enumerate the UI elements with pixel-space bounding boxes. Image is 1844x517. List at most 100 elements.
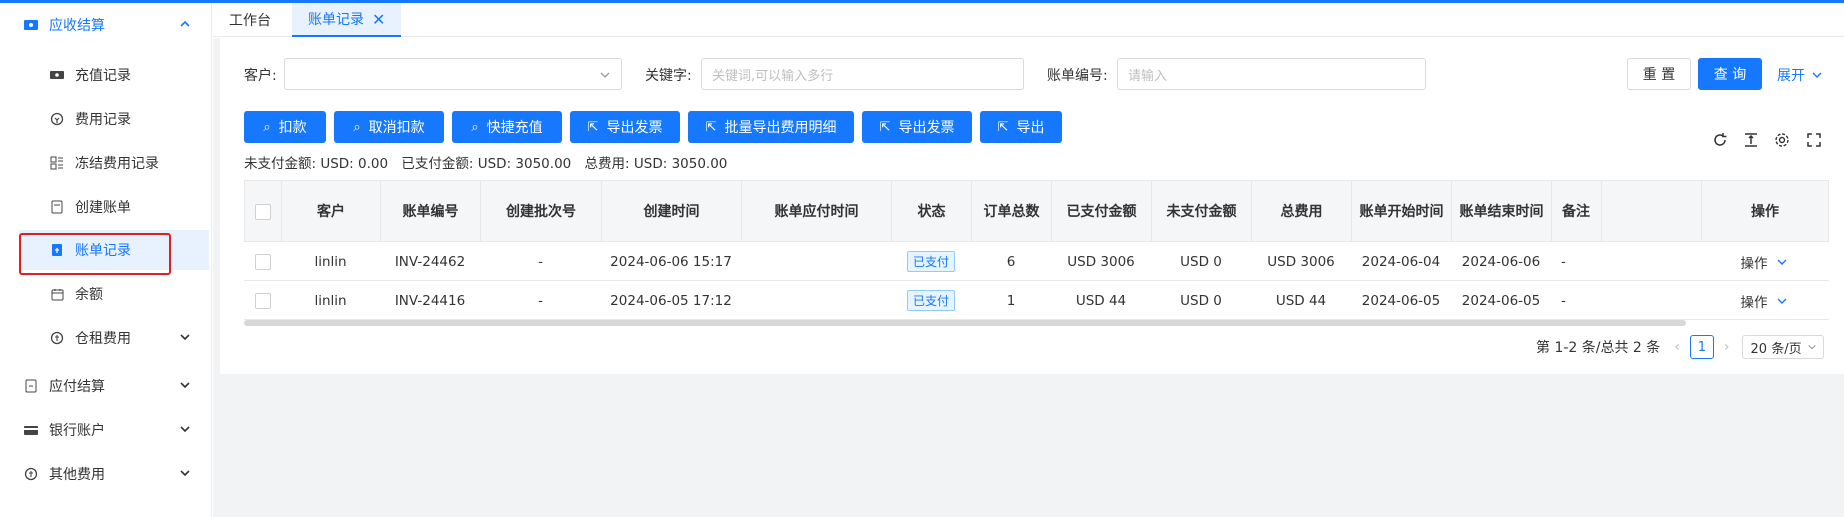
- cell-created-time: 2024-06-06 15:17: [610, 253, 732, 270]
- close-icon[interactable]: ✕: [372, 10, 385, 29]
- total-summary: 总费用: USD: 3050.00: [584, 156, 728, 172]
- cell-paid-amount: USD 3006: [1067, 253, 1135, 270]
- batch-export-details-button[interactable]: ⇱ 批量导出费用明细: [688, 111, 854, 143]
- sidebar-group-label: 其他费用: [49, 467, 105, 483]
- chevron-down-icon: [600, 72, 610, 78]
- next-page-icon[interactable]: ›: [1724, 339, 1730, 355]
- deduct-button[interactable]: ⌕ 扣款: [244, 111, 326, 143]
- customer-label: 客户:: [244, 68, 277, 84]
- grid-icon: [49, 155, 65, 171]
- cell-remark: -: [1561, 292, 1566, 309]
- quick-recharge-button[interactable]: ⌕ 快捷充值: [452, 111, 562, 143]
- sidebar-item-recharge[interactable]: 充值记录: [0, 55, 212, 95]
- button-label: 取消扣款: [368, 120, 425, 136]
- fullscreen-icon[interactable]: [1805, 131, 1823, 149]
- expand-label: 展开: [1777, 68, 1805, 84]
- cell-remark: -: [1561, 253, 1566, 270]
- calendar-icon: [49, 286, 65, 302]
- export-icon: ⇱: [705, 119, 717, 135]
- cell-start-time: 2024-06-04: [1361, 253, 1441, 270]
- tab-bar: 工作台 账单记录 ✕: [213, 3, 1844, 37]
- header-bill-no: 账单编号: [381, 181, 481, 243]
- amount-summary: 未支付金额: USD: 0.00 已支付金额: USD: 3050.00 总费用…: [244, 152, 736, 172]
- horizontal-scrollbar[interactable]: [244, 320, 1686, 326]
- export-invoice-button[interactable]: ⇱ 导出发票: [570, 111, 680, 143]
- sidebar-item-fee-records[interactable]: 费用记录: [0, 99, 212, 139]
- reset-button[interactable]: 重 置: [1627, 58, 1691, 90]
- chevron-down-icon: [1777, 298, 1786, 304]
- cell-bill-no-link[interactable]: INV-24416: [380, 281, 480, 320]
- tab-bill-records[interactable]: 账单记录 ✕: [292, 3, 402, 37]
- gear-icon[interactable]: [1773, 131, 1791, 149]
- cell-start-time: 2024-06-05: [1361, 292, 1441, 309]
- keyword-textarea[interactable]: 关键词,可以输入多行: [701, 58, 1024, 90]
- expand-toggle[interactable]: 展开: [1777, 65, 1823, 85]
- search-icon: ⌕: [471, 119, 479, 135]
- header-order-count: 订单总数: [972, 181, 1052, 243]
- sidebar: 应收结算 充值记录 费用记录 冻结费用记录 创建账单 账单记录 余额 仓租费用 …: [0, 3, 212, 517]
- row-checkbox[interactable]: [254, 292, 271, 309]
- pagination: 第 1-2 条/总共 2 条 ‹ 1 › 20 条/页: [1536, 335, 1824, 359]
- cell-order-count: 6: [1006, 253, 1016, 270]
- sidebar-group-label: 银行账户: [49, 423, 105, 439]
- button-label: 导出: [1016, 120, 1045, 136]
- operation-dropdown[interactable]: 操作: [1701, 281, 1827, 320]
- header-unpaid-amount: 未支付金额: [1152, 181, 1252, 243]
- header-paid-amount: 已支付金额: [1052, 181, 1152, 243]
- keyword-label: 关键字:: [645, 68, 692, 84]
- sidebar-item-balance[interactable]: 余额: [0, 274, 212, 314]
- sidebar-item-label: 账单记录: [75, 243, 131, 259]
- tab-workbench[interactable]: 工作台: [213, 3, 287, 37]
- table-row[interactable]: linlin INV-24462 - 2024-06-06 15:17 已支付 …: [244, 242, 1829, 281]
- chevron-down-icon: [180, 334, 190, 341]
- row-checkbox[interactable]: [254, 253, 271, 270]
- sidebar-item-frozen-fees[interactable]: 冻结费用记录: [0, 143, 212, 183]
- operation-dropdown[interactable]: 操作: [1701, 242, 1827, 281]
- bill-no-input[interactable]: 请输入: [1117, 58, 1426, 90]
- table-row[interactable]: linlin INV-24416 - 2024-06-05 17:12 已支付 …: [244, 281, 1829, 320]
- bill-icon: [49, 242, 65, 258]
- sidebar-group-label: 应付结算: [49, 379, 105, 395]
- page-button-1[interactable]: 1: [1689, 335, 1714, 359]
- export-invoice-button-2[interactable]: ⇱ 导出发票: [862, 111, 972, 143]
- export-button[interactable]: ⇱ 导出: [980, 111, 1062, 143]
- sidebar-item-label: 充值记录: [75, 68, 131, 84]
- select-all-checkbox[interactable]: [255, 204, 271, 220]
- cell-status: 已支付: [891, 281, 971, 320]
- button-label: 导出发票: [606, 120, 663, 136]
- button-label: 扣款: [278, 120, 307, 136]
- header-remark: 备注: [1552, 181, 1602, 243]
- header-due-time: 账单应付时间: [742, 181, 892, 243]
- header-select-all[interactable]: [245, 181, 282, 243]
- customer-select[interactable]: [284, 58, 622, 90]
- cell-total-fee: USD 44: [1275, 292, 1327, 309]
- sidebar-group-bank-account[interactable]: 银行账户: [0, 410, 212, 450]
- sidebar-group-payable[interactable]: 应付结算: [0, 366, 212, 406]
- header-operation: 操作: [1751, 204, 1779, 220]
- chevron-down-icon: [180, 426, 190, 433]
- sidebar-group-receivable[interactable]: 应收结算: [0, 5, 212, 45]
- header-customer: 客户: [282, 181, 381, 243]
- sidebar-item-bill-records[interactable]: 账单记录: [19, 230, 209, 270]
- button-label: 批量导出费用明细: [724, 120, 837, 136]
- cell-batch-no: -: [538, 292, 543, 309]
- cell-bill-no-link[interactable]: INV-24462: [380, 242, 480, 281]
- cell-end-time: 2024-06-06: [1461, 253, 1541, 270]
- paid-summary: 已支付金额: USD: 3050.00: [401, 156, 572, 172]
- card-icon: [23, 422, 39, 438]
- row-select[interactable]: [244, 242, 281, 281]
- page-size-select[interactable]: 20 条/页: [1741, 335, 1824, 359]
- sidebar-item-warehouse-rent[interactable]: 仓租费用: [0, 318, 212, 358]
- cell-due-time: [741, 242, 891, 281]
- column-height-icon[interactable]: [1742, 131, 1760, 149]
- prev-page-icon[interactable]: ‹: [1674, 339, 1680, 355]
- search-button[interactable]: 查 询: [1698, 58, 1762, 90]
- row-select[interactable]: [244, 281, 281, 320]
- money-icon: [49, 111, 65, 127]
- cell-order-count: 1: [1006, 292, 1016, 309]
- chevron-down-icon: [1807, 344, 1816, 350]
- cancel-deduct-button[interactable]: ⌕ 取消扣款: [334, 111, 444, 143]
- refresh-icon[interactable]: [1711, 131, 1729, 149]
- sidebar-group-other-fees[interactable]: 其他费用: [0, 454, 212, 494]
- sidebar-item-create-bill[interactable]: 创建账单: [0, 187, 212, 227]
